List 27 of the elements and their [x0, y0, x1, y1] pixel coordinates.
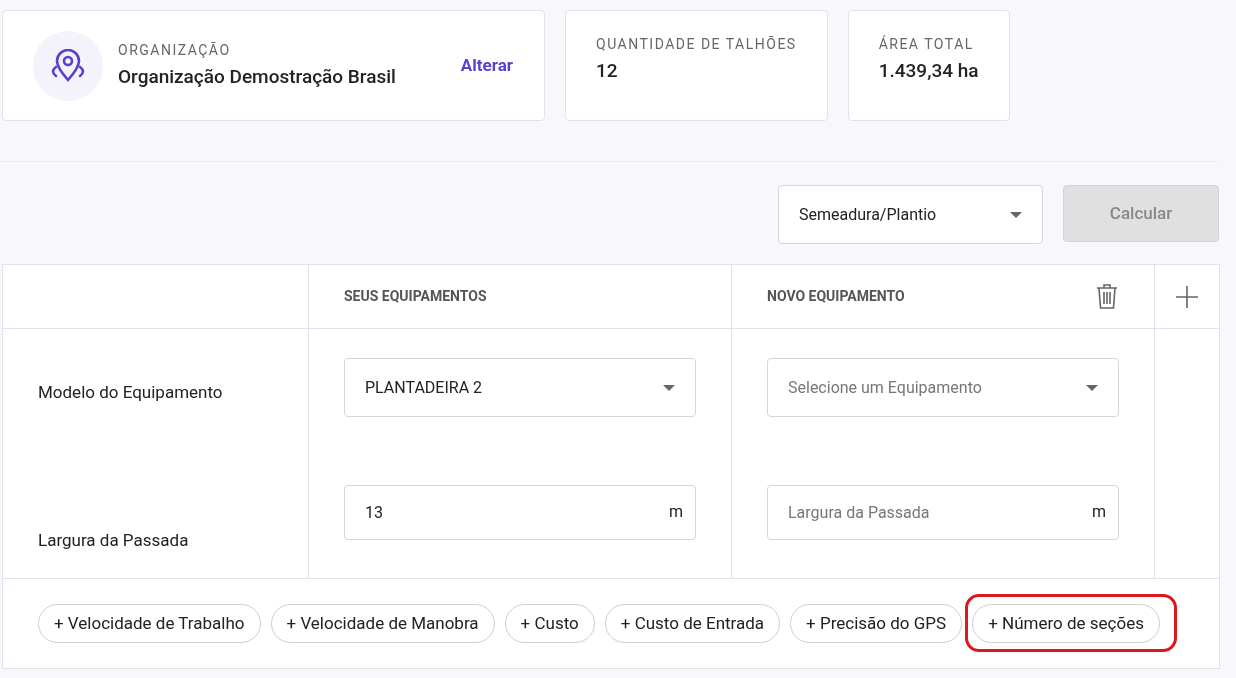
card-value: Organização Demostração Brasil	[118, 63, 396, 90]
select-field[interactable]: Selecione um Equipamento	[767, 358, 1119, 417]
caret-icon	[1086, 384, 1098, 391]
trash-icon[interactable]	[1096, 284, 1118, 309]
column-header: NOVO EQUIPAMENTO	[767, 287, 905, 306]
add-field-chip[interactable]: + Precisão do GPS	[790, 604, 963, 643]
select-field[interactable]: PLANTADEIRA 2	[344, 358, 696, 417]
change-link[interactable]: Alterar	[460, 52, 513, 79]
card-value: 12	[596, 57, 619, 84]
add-field-chip[interactable]: + Número de seções	[972, 604, 1160, 643]
column-header: SEUS EQUIPAMENTOS	[344, 287, 487, 306]
add-field-chip[interactable]: + Velocidade de Trabalho	[38, 604, 261, 643]
operation-select[interactable]: Semeadura/Plantio	[778, 185, 1043, 244]
card-label: ORGANIZAÇÃO	[118, 40, 232, 60]
add-field-chip[interactable]: + Velocidade de Manobra	[270, 604, 495, 643]
card-label: QUANTIDADE DE TALHÕES	[596, 34, 797, 54]
caret-icon	[1010, 211, 1022, 218]
row-label: Largura da Passada	[38, 529, 189, 553]
add-field-chip[interactable]: + Custo	[504, 604, 595, 643]
card-label: ÁREA TOTAL	[878, 34, 975, 54]
unit-label: m	[668, 502, 683, 522]
unit-label: m	[1091, 502, 1106, 522]
add-field-chip[interactable]: + Custo de Entrada	[604, 604, 781, 643]
row-label: Modelo do Equipamento	[38, 381, 223, 405]
caret-icon	[663, 384, 675, 391]
card-value: 1.439,34 ha	[878, 57, 979, 84]
add-icon[interactable]	[1176, 285, 1198, 308]
